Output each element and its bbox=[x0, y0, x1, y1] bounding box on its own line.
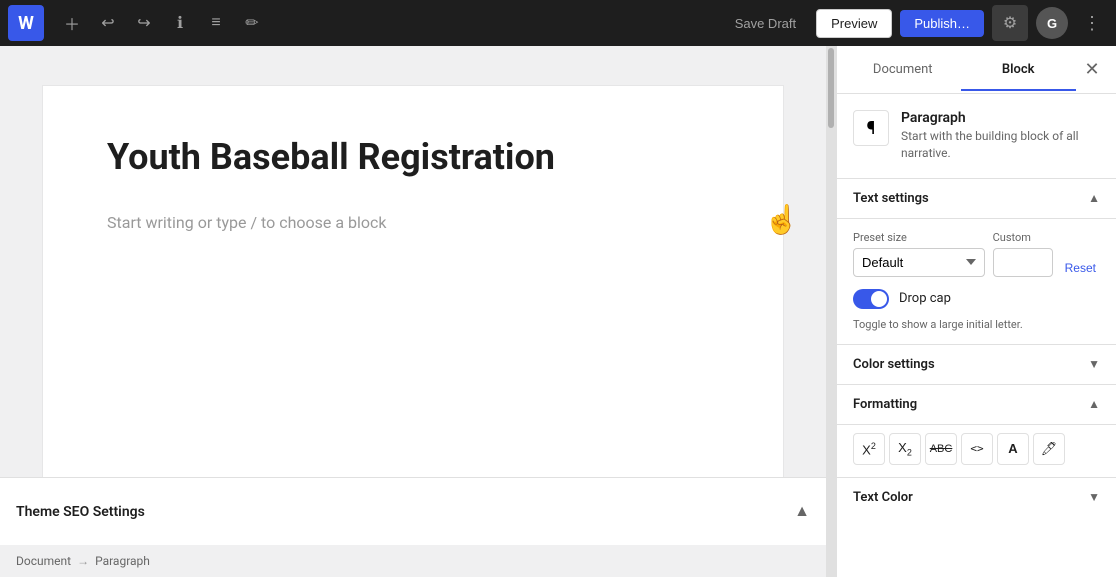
tools-button[interactable]: ✏ bbox=[236, 7, 268, 39]
toolbar-right: Save Draft Preview Publish… ⚙ G ⋮ bbox=[723, 5, 1108, 41]
save-draft-button[interactable]: Save Draft bbox=[723, 10, 808, 37]
wp-logo[interactable]: W bbox=[8, 5, 44, 41]
breadcrumb: Document → Paragraph bbox=[0, 545, 826, 577]
tab-document[interactable]: Document bbox=[845, 50, 961, 91]
theme-seo-left: Theme SEO Settings bbox=[16, 504, 794, 520]
custom-col: Custom bbox=[993, 231, 1053, 277]
highlight-button[interactable]: 🖊 bbox=[1033, 433, 1065, 465]
panel-close-button[interactable]: ✕ bbox=[1076, 54, 1108, 86]
cursor-icon: ☝ bbox=[764, 203, 799, 236]
block-info-text: Paragraph Start with the building block … bbox=[901, 110, 1100, 162]
list-view-button[interactable]: ≡ bbox=[200, 7, 232, 39]
custom-label: Custom bbox=[993, 231, 1053, 244]
editor-scroll[interactable]: Youth Baseball Registration Start writin… bbox=[0, 46, 826, 477]
formatting-header[interactable]: Formatting ▲ bbox=[837, 385, 1116, 425]
formatting-chevron-icon: ▲ bbox=[1088, 397, 1100, 411]
text-settings-label: Text settings bbox=[853, 191, 929, 206]
drop-cap-row: Drop cap bbox=[853, 289, 1100, 309]
theme-seo-title: Theme SEO Settings bbox=[16, 504, 794, 520]
block-info: ¶ Paragraph Start with the building bloc… bbox=[837, 94, 1116, 179]
block-description: Start with the building block of all nar… bbox=[901, 128, 1100, 162]
drop-cap-toggle[interactable] bbox=[853, 289, 889, 309]
text-settings-chevron-icon: ▲ bbox=[1088, 191, 1100, 205]
text-settings-content: Preset size Default Custom Reset Drop ca… bbox=[837, 219, 1116, 345]
superscript-button[interactable]: X2 bbox=[853, 433, 885, 465]
reset-button[interactable]: Reset bbox=[1061, 259, 1100, 277]
paragraph-icon: ¶ bbox=[853, 110, 889, 146]
theme-seo-bar: Theme SEO Settings ▲ bbox=[0, 477, 826, 545]
text-settings-header[interactable]: Text settings ▲ bbox=[837, 179, 1116, 219]
block-placeholder[interactable]: Start writing or type / to choose a bloc… bbox=[107, 213, 719, 232]
formatting-label: Formatting bbox=[853, 397, 917, 412]
preset-size-row: Preset size Default Custom Reset bbox=[853, 231, 1100, 277]
editor-scrollbar[interactable] bbox=[826, 46, 836, 577]
preset-col: Preset size Default bbox=[853, 231, 985, 277]
subscript-button[interactable]: X2 bbox=[889, 433, 921, 465]
toolbar: W ＋ ↩ ↪ ℹ ≡ ✏ Save Draft Preview Publish… bbox=[0, 0, 1116, 46]
user-avatar[interactable]: G bbox=[1036, 7, 1068, 39]
page-title[interactable]: Youth Baseball Registration bbox=[107, 134, 719, 181]
breadcrumb-separator: → bbox=[77, 554, 89, 568]
text-color-header[interactable]: Text Color ▼ bbox=[837, 478, 1116, 517]
color-settings-chevron-icon: ▼ bbox=[1088, 357, 1100, 371]
panel-header: Document Block ✕ bbox=[837, 46, 1116, 94]
toolbar-left: W ＋ ↩ ↪ ℹ ≡ ✏ bbox=[8, 5, 719, 41]
breadcrumb-paragraph: Paragraph bbox=[95, 554, 150, 568]
right-panel: Document Block ✕ ¶ Paragraph Start with … bbox=[836, 46, 1116, 577]
custom-size-input[interactable] bbox=[993, 248, 1053, 277]
text-color-chevron-icon: ▼ bbox=[1088, 490, 1100, 504]
toggle-thumb bbox=[871, 291, 887, 307]
editor-area: Youth Baseball Registration Start writin… bbox=[0, 46, 826, 577]
breadcrumb-document: Document bbox=[16, 554, 71, 568]
color-settings-header[interactable]: Color settings ▼ bbox=[837, 345, 1116, 385]
drop-cap-description: Toggle to show a large initial letter. bbox=[853, 317, 1100, 332]
publish-button[interactable]: Publish… bbox=[900, 10, 984, 37]
editor-content: Youth Baseball Registration Start writin… bbox=[43, 86, 783, 477]
drop-cap-label: Drop cap bbox=[899, 291, 951, 306]
theme-seo-expand-button[interactable]: ▲ bbox=[794, 503, 810, 521]
formatting-icons: X2 X2 ABC <> A 🖊 bbox=[837, 425, 1116, 478]
redo-button[interactable]: ↪ bbox=[128, 7, 160, 39]
scrollbar-thumb[interactable] bbox=[828, 48, 834, 128]
preview-button[interactable]: Preview bbox=[816, 9, 892, 38]
add-block-button[interactable]: ＋ bbox=[56, 7, 88, 39]
color-settings-label: Color settings bbox=[853, 357, 935, 372]
main-area: Youth Baseball Registration Start writin… bbox=[0, 46, 1116, 577]
preset-size-label: Preset size bbox=[853, 231, 985, 244]
text-color-label: Text Color bbox=[853, 490, 913, 505]
text-color-button[interactable]: A bbox=[997, 433, 1029, 465]
settings-button[interactable]: ⚙ bbox=[992, 5, 1028, 41]
undo-button[interactable]: ↩ bbox=[92, 7, 124, 39]
strikethrough-button[interactable]: ABC bbox=[925, 433, 957, 465]
preset-size-select[interactable]: Default bbox=[853, 248, 985, 277]
tab-block[interactable]: Block bbox=[961, 50, 1077, 91]
more-options-button[interactable]: ⋮ bbox=[1076, 7, 1108, 39]
block-title: Paragraph bbox=[901, 110, 1100, 126]
details-button[interactable]: ℹ bbox=[164, 7, 196, 39]
inline-code-button[interactable]: <> bbox=[961, 433, 993, 465]
